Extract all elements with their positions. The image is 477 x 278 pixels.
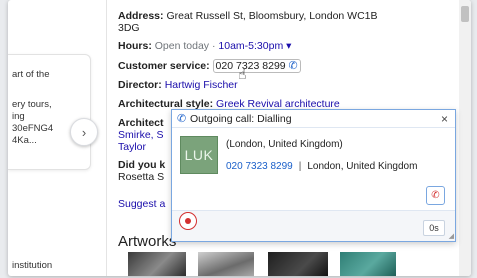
director-label: Director: [118, 79, 162, 91]
scrollbar-thumb[interactable] [461, 6, 469, 22]
popup-footer [172, 211, 455, 241]
customer-service-row: Customer service: 020 7323 8299 ✆ [118, 59, 301, 73]
carousel-text-line: ing [12, 111, 25, 122]
close-icon[interactable]: × [441, 112, 448, 126]
address-row-cont: 3DG [118, 22, 140, 34]
contact-number[interactable]: 020 7323 8299 [226, 161, 293, 172]
hand-cursor-icon: ☝ [238, 66, 247, 82]
suggest-edit-row: Suggest a [118, 198, 165, 210]
contact-number-row: 020 7323 8299 | London, United Kingdom [226, 161, 417, 172]
resize-grip-icon[interactable]: ◢ [449, 232, 454, 240]
hours-status: Open today [154, 40, 210, 52]
architect-row-cont: Smirke, S [118, 129, 164, 141]
address-label: Address: [118, 10, 164, 22]
contact-name: (London, United Kingdom) [226, 139, 343, 150]
call-timer: 0s [423, 220, 445, 236]
customer-service-phone[interactable]: 020 7323 8299 [216, 60, 286, 72]
column-divider [106, 0, 107, 276]
carousel-next-button[interactable]: › [70, 118, 98, 146]
architect-link-2[interactable]: Taylor [118, 141, 146, 153]
record-icon [185, 218, 191, 224]
record-button[interactable] [179, 212, 197, 230]
did-you-know-value: Rosetta S [118, 171, 165, 183]
popup-divider [172, 127, 455, 128]
contact-location: London, United Kingdom [307, 161, 418, 172]
architect-row-cont2: Taylor [118, 141, 146, 153]
hours-time[interactable]: 10am-5:30pm [218, 40, 283, 52]
chevron-right-icon: › [81, 124, 87, 140]
carousel-text-line: 4Ka... [12, 135, 37, 146]
did-you-know-row: Did you k [118, 159, 165, 171]
hang-up-button[interactable]: ✆ [426, 186, 445, 205]
carousel-text-line: ery tours, [12, 99, 52, 110]
artwork-thumbnail[interactable] [268, 252, 328, 276]
director-link[interactable]: Hartwig Fischer [165, 79, 238, 91]
hours-separator: · [211, 40, 216, 52]
artwork-thumbnail[interactable] [340, 252, 396, 276]
carousel-text-line: 30eFNG4 [12, 123, 54, 134]
customer-service-phone-chip[interactable]: 020 7323 8299 ✆ [212, 59, 301, 73]
customer-service-label: Customer service: [118, 60, 210, 72]
director-row: Director: Hartwig Fischer [118, 79, 238, 91]
architect-row: Architect [118, 117, 164, 129]
avatar: LUK [180, 136, 218, 174]
carousel-text-line: art of the [12, 69, 50, 80]
popup-title: Outgoing call: Dialling [190, 113, 292, 125]
address-value-cont: 3DG [118, 22, 140, 34]
did-you-know-value-row: Rosetta S [118, 171, 164, 183]
artwork-thumbnail[interactable] [198, 252, 254, 276]
suggest-edit-link[interactable]: Suggest a [118, 198, 165, 210]
hours-row: Hours: Open today · 10am-5:30pm ▾ [118, 40, 291, 52]
scrollbar[interactable] [459, 0, 471, 276]
phone-icon: ✆ [177, 113, 187, 125]
architect-label: Architect [118, 117, 164, 129]
artworks-heading: Artworks [118, 233, 177, 250]
separator: | [298, 161, 302, 172]
address-value: Great Russell St, Bloomsbury, London WC1… [166, 10, 378, 22]
phone-icon[interactable]: ✆ [289, 60, 298, 72]
hang-up-icon: ✆ [431, 190, 440, 201]
carousel-card[interactable]: art of the ery tours, ing 30eFNG4 4Ka... [8, 54, 91, 170]
left-bottom-text: institution [12, 260, 53, 271]
hours-expand-caret[interactable]: ▾ [286, 40, 291, 52]
did-you-know-label: Did you k [118, 159, 166, 171]
browser-viewport: art of the ery tours, ing 30eFNG4 4Ka...… [8, 0, 471, 276]
artwork-thumbnail[interactable] [128, 252, 186, 276]
address-row: Address: Great Russell St, Bloomsbury, L… [118, 10, 378, 22]
outgoing-call-popup: ✆ Outgoing call: Dialling × LUK (London,… [171, 109, 456, 242]
architect-link[interactable]: Smirke, S [118, 129, 164, 141]
hours-label: Hours: [118, 40, 152, 52]
